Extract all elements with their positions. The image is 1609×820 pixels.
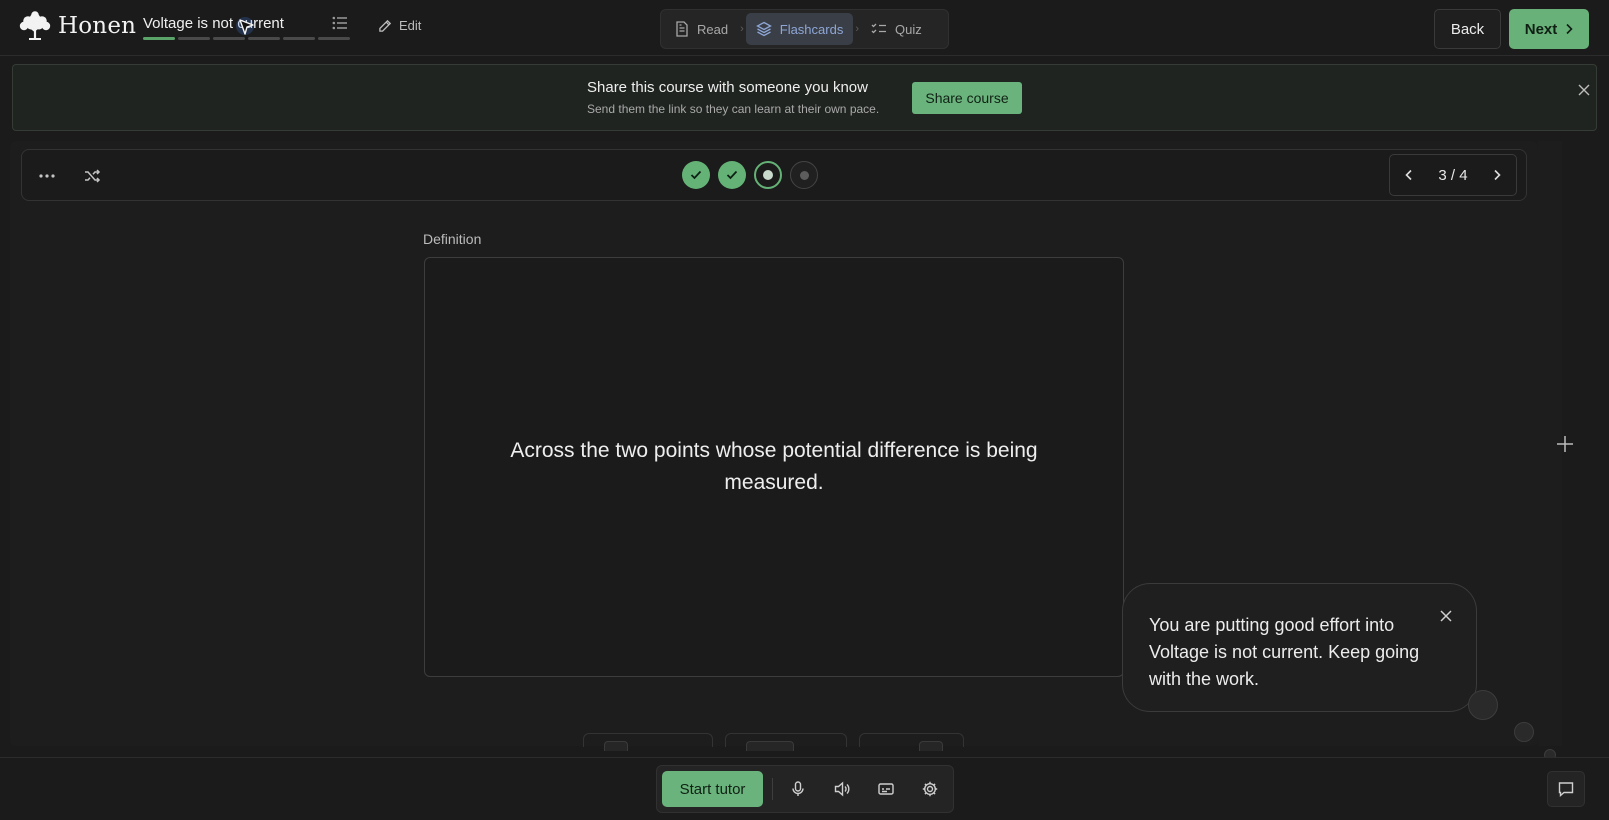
step-flashcards-label: Flashcards — [779, 21, 844, 37]
edit-button[interactable]: Edit — [378, 18, 421, 33]
card-status-dot-done[interactable] — [682, 161, 710, 189]
more-options-icon[interactable] — [37, 166, 57, 186]
speech-bubble-dot — [1468, 690, 1498, 720]
chevron-right-icon: › — [855, 23, 859, 35]
layers-icon — [755, 21, 772, 37]
step-read-label: Read — [697, 21, 729, 37]
progress-segment — [178, 37, 210, 40]
next-button[interactable]: Next — [1509, 9, 1589, 49]
divider — [772, 778, 773, 800]
chevron-right-icon: › — [740, 23, 744, 35]
flashcard[interactable]: Across the two points whose potential di… — [424, 257, 1124, 677]
progress-segment — [283, 37, 315, 40]
step-read[interactable]: Read — [665, 13, 738, 45]
speaker-icon[interactable] — [833, 780, 851, 798]
step-quiz-label: Quiz — [895, 21, 922, 37]
outline-list-icon[interactable] — [332, 15, 348, 31]
flashcard-text: Across the two points whose potential di… — [510, 439, 1038, 494]
status-dot-inner — [763, 170, 773, 180]
rating-button[interactable] — [725, 733, 847, 751]
chat-button[interactable] — [1547, 771, 1585, 807]
learning-steps: Read › Flashcards › Quiz — [660, 9, 949, 49]
course-title: Voltage is not current — [143, 15, 284, 32]
card-status-dot-current[interactable] — [754, 161, 782, 189]
share-banner: Share this course with someone you know … — [12, 64, 1597, 131]
close-icon[interactable] — [1577, 83, 1591, 97]
mouse-cursor-icon — [236, 17, 258, 39]
progress-segment — [318, 37, 350, 40]
close-icon[interactable] — [1438, 608, 1454, 624]
status-dot-inner — [799, 170, 809, 180]
check-icon — [726, 170, 738, 180]
banner-title: Share this course with someone you know — [587, 79, 868, 96]
chat-bubble-icon — [1557, 780, 1575, 798]
card-side-label: Definition — [423, 231, 482, 247]
add-card-icon[interactable] — [1555, 434, 1575, 454]
step-quiz[interactable]: Quiz — [861, 13, 932, 45]
toast-message: You are putting good effort into Voltage… — [1149, 615, 1420, 689]
chevron-right-icon — [1565, 23, 1573, 35]
banner-subtitle: Send them the link so they can learn at … — [587, 102, 880, 116]
back-button[interactable]: Back — [1434, 9, 1501, 49]
step-flashcards[interactable]: Flashcards — [745, 13, 854, 45]
document-icon — [675, 21, 689, 37]
settings-gear-icon[interactable] — [921, 780, 939, 798]
card-counter: 3 / 4 — [1438, 166, 1468, 184]
progress-segment — [143, 37, 175, 40]
app-name: Honen — [58, 13, 137, 39]
card-status-dot-done[interactable] — [718, 161, 746, 189]
captions-icon[interactable] — [877, 780, 895, 798]
microphone-icon[interactable] — [789, 780, 807, 798]
app-logo[interactable]: Honen — [18, 11, 136, 41]
card-status-dots — [682, 161, 818, 189]
speech-bubble-dot — [1514, 722, 1534, 742]
share-course-button[interactable]: Share course — [912, 82, 1022, 114]
rating-button[interactable] — [583, 733, 713, 751]
check-icon — [690, 170, 702, 180]
tree-logo-icon — [18, 11, 52, 41]
card-status-dot-todo[interactable] — [790, 161, 818, 189]
card-pager: 3 / 4 — [1389, 154, 1517, 196]
edit-label: Edit — [399, 18, 422, 33]
previous-card-icon[interactable] — [1398, 164, 1420, 186]
checklist-icon — [871, 22, 887, 36]
encouragement-toast: You are putting good effort into Voltage… — [1122, 583, 1477, 712]
next-card-icon[interactable] — [1486, 164, 1508, 186]
rating-button[interactable] — [859, 733, 964, 751]
start-tutor-button[interactable]: Start tutor — [662, 771, 763, 807]
next-label: Next — [1524, 20, 1558, 38]
shuffle-icon[interactable] — [82, 166, 102, 186]
pencil-icon — [378, 19, 392, 33]
